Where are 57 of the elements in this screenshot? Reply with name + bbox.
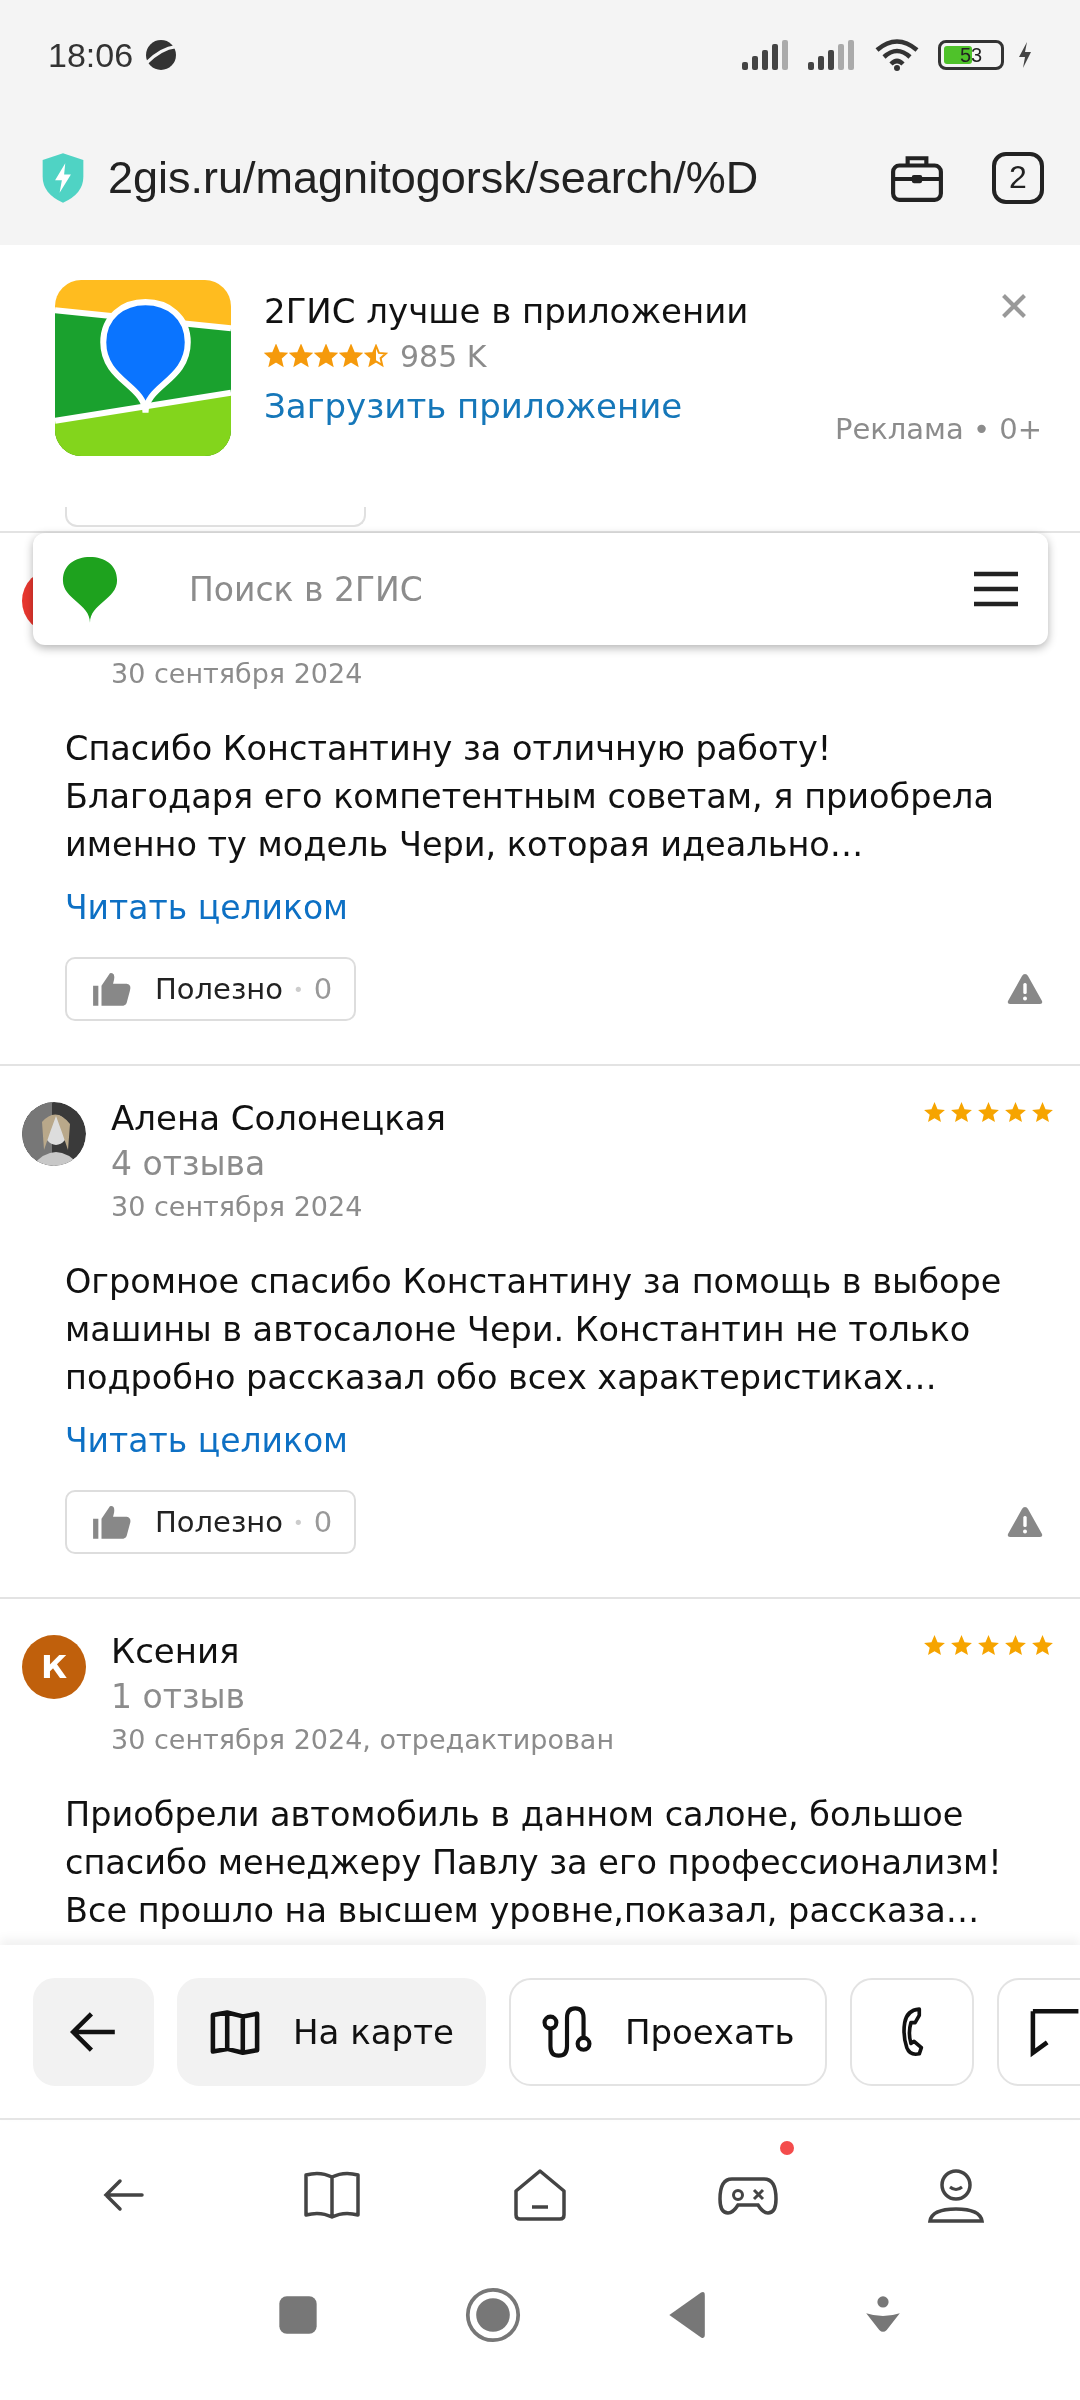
warning-icon[interactable] xyxy=(1007,973,1043,1005)
charging-icon xyxy=(1018,42,1032,68)
star-icon xyxy=(364,344,388,368)
review-count: 4 отзыва xyxy=(111,1143,267,1185)
signal-icon xyxy=(742,40,788,70)
close-icon[interactable] xyxy=(1000,292,1028,320)
menu-icon[interactable] xyxy=(974,571,1018,607)
star-icon xyxy=(339,344,363,368)
signal-icon xyxy=(808,40,854,70)
star-icon xyxy=(1030,1100,1055,1125)
home-icon[interactable] xyxy=(464,2287,521,2343)
star-icon xyxy=(922,1633,947,1658)
star-icon xyxy=(1003,1633,1028,1658)
review-text: Приобрели автомобиль в данном салоне, большое спасибо менеджеру Павлу за его профессионализм! Все прошло на высшем уровне,показал, рассказа… xyxy=(65,1794,1003,1932)
star-icon xyxy=(1003,1100,1028,1125)
url-text[interactable]: 2gis.ru/magnitogorsk/search/%D xyxy=(108,151,759,204)
map-button[interactable]: На карте xyxy=(177,1978,486,2086)
star-icon xyxy=(949,1633,974,1658)
back-button[interactable] xyxy=(33,1978,154,2086)
warning-icon[interactable] xyxy=(1007,1506,1043,1538)
wifi-icon xyxy=(874,38,920,72)
review-count: 1 отзыв xyxy=(111,1676,246,1718)
useful-button[interactable]: Полезно • 0 xyxy=(65,957,357,1021)
shield-icon xyxy=(40,151,86,204)
review-date: 30 сентября 2024 xyxy=(111,1190,364,1224)
thumbs-up-icon xyxy=(91,971,133,1007)
route-icon xyxy=(540,2006,593,2058)
star-icon xyxy=(949,1100,974,1125)
reviewer-name[interactable]: Алена Солонецкая xyxy=(111,1096,922,1140)
review-text: Огромное спасибо Константину за помощь в выборе машины в автосалоне Чери. Константин не только подробно рассказал обо всех характеристиках… xyxy=(65,1261,1003,1399)
tab-count-button[interactable]: 2 xyxy=(992,151,1044,204)
star-icon xyxy=(264,344,288,368)
chat-icon xyxy=(1028,2006,1080,2058)
star-icon xyxy=(314,344,338,368)
read-more-link[interactable]: Читать целиком xyxy=(65,1418,1055,1464)
app-icon[interactable] xyxy=(55,280,231,456)
rating-count: 985 K xyxy=(400,338,487,374)
star-icon xyxy=(289,344,313,368)
ad-label: Реклама • 0+ xyxy=(834,412,1042,446)
star-icon xyxy=(922,1100,947,1125)
useful-button[interactable]: Полезно • 0 xyxy=(65,1490,357,1554)
review-date: 30 сентября 2024 xyxy=(111,657,364,691)
reviewer-name[interactable]: Ксения xyxy=(111,1629,922,1673)
download-link[interactable]: Загрузить приложение xyxy=(264,378,749,434)
thumbs-up-icon xyxy=(91,1504,133,1540)
review-text: Спасибо Константину за отличную работу! Благодаря его компетентным советам, я приобрела именно ту модель Чери, которая идеально… xyxy=(65,728,996,866)
clock-time: 18:06 xyxy=(48,35,134,75)
review-date: 30 сентября 2024, отредактирован xyxy=(111,1723,616,1757)
phone-button[interactable] xyxy=(849,1978,974,2086)
ad-title: 2ГИС лучше в приложении xyxy=(264,290,749,333)
star-icon xyxy=(976,1100,1001,1125)
avatar: К xyxy=(22,1635,86,1699)
star-icon xyxy=(976,1633,1001,1658)
search-field[interactable]: Поиск в 2ГИС xyxy=(187,568,974,610)
read-more-link[interactable]: Читать целиком xyxy=(65,885,1055,931)
route-button[interactable]: Проехать xyxy=(508,1978,827,2086)
star-icon xyxy=(1030,1633,1055,1658)
